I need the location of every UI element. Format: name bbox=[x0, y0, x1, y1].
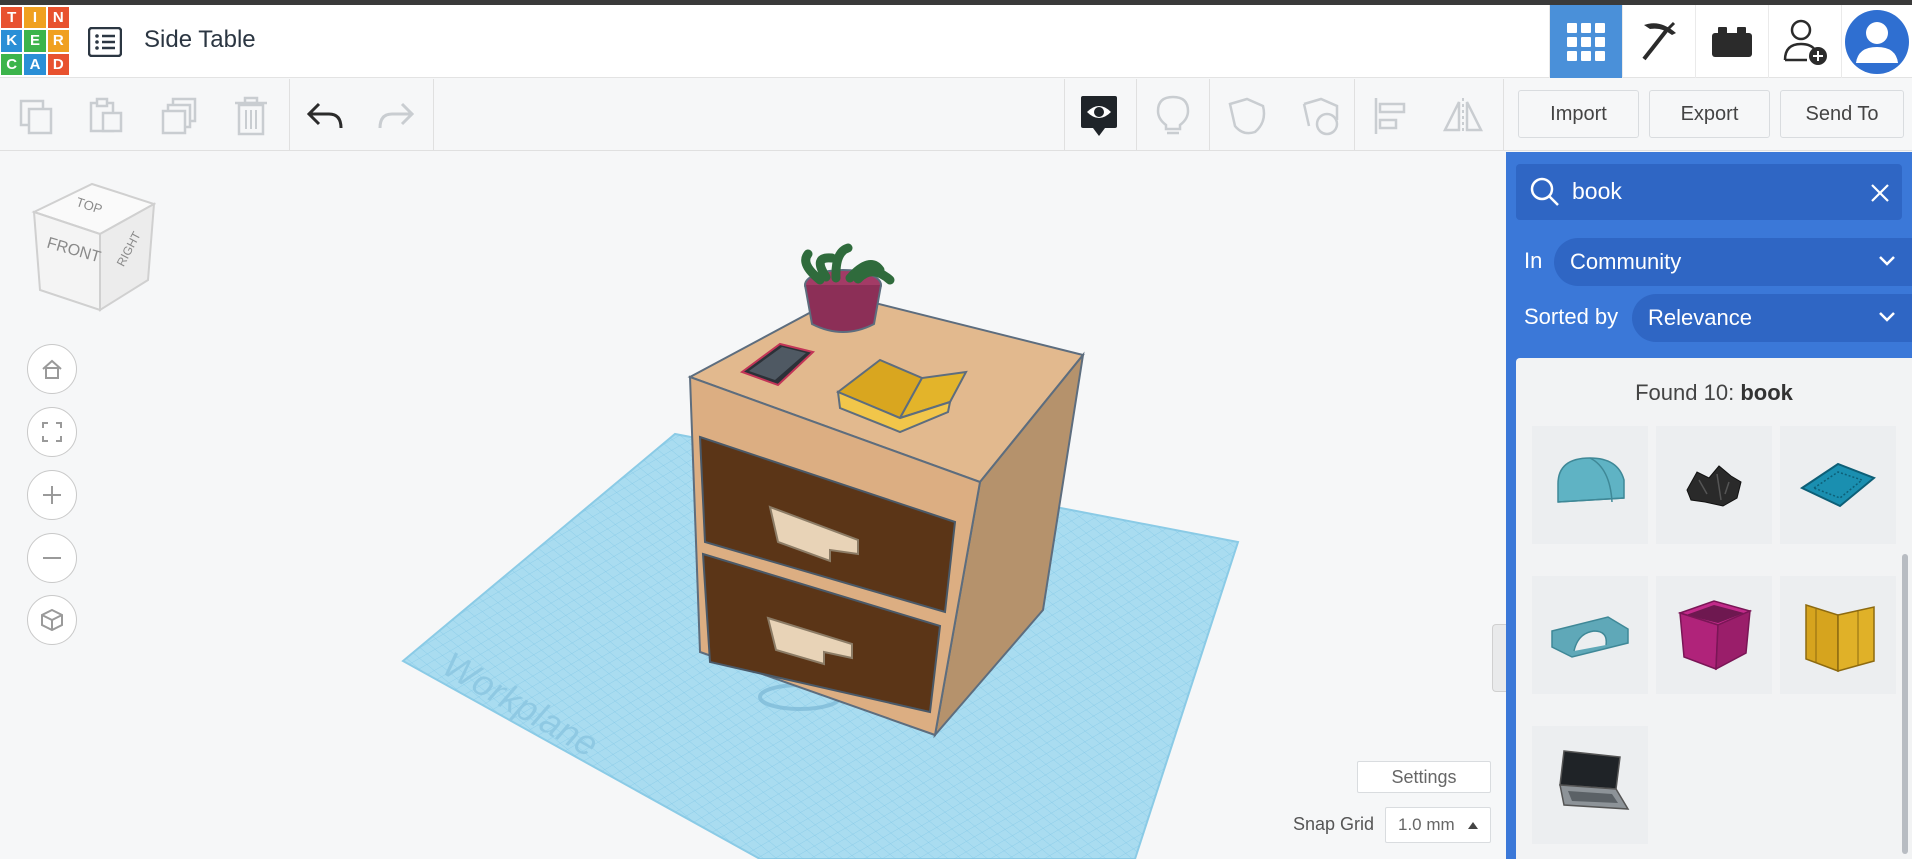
send-to-button[interactable]: Send To bbox=[1780, 90, 1904, 138]
fit-view-icon[interactable] bbox=[27, 407, 77, 457]
logo-letter: K bbox=[1, 30, 23, 52]
logo-letter: E bbox=[24, 30, 46, 52]
zoom-out-icon[interactable] bbox=[27, 533, 77, 583]
bricks-icon[interactable] bbox=[1695, 5, 1768, 78]
chevron-down-icon bbox=[1879, 312, 1895, 322]
snap-grid-select[interactable]: 1.0 mm bbox=[1385, 807, 1491, 843]
view-cube[interactable]: TOP FRONT RIGHT bbox=[30, 182, 157, 312]
undo-icon[interactable] bbox=[302, 93, 348, 139]
snap-grid-value: 1.0 mm bbox=[1398, 815, 1455, 834]
notes-icon[interactable] bbox=[1076, 93, 1122, 139]
edit-toolbar: Import Export Send To bbox=[0, 79, 1912, 151]
results-count-prefix: Found 10: bbox=[1635, 380, 1735, 405]
export-button[interactable]: Export bbox=[1649, 90, 1770, 138]
snap-grid-label: Snap Grid bbox=[1293, 814, 1375, 834]
design-title[interactable]: Side Table bbox=[144, 26, 256, 54]
tinkercad-logo[interactable]: T I N K E R C A D bbox=[1, 7, 69, 75]
toolbar-divider bbox=[433, 79, 434, 151]
design-list-icon[interactable] bbox=[87, 26, 123, 58]
light-bulb-icon[interactable] bbox=[1150, 93, 1196, 139]
result-yellow-book[interactable] bbox=[1780, 576, 1896, 694]
result-magenta-box[interactable] bbox=[1656, 576, 1772, 694]
home-view-icon[interactable] bbox=[27, 344, 77, 394]
shapes-panel: book In Community Sorted by Relevance Fo… bbox=[1506, 152, 1912, 859]
shape-solid-icon[interactable] bbox=[1224, 93, 1270, 139]
import-button[interactable]: Import bbox=[1518, 90, 1639, 138]
result-laptop[interactable] bbox=[1532, 726, 1648, 844]
3d-viewport[interactable]: Workplane TOP FRONT RIGHT Settings Snap … bbox=[0, 152, 1506, 859]
scene-canvas[interactable]: Workplane bbox=[0, 152, 1506, 859]
toolbar-divider bbox=[1209, 79, 1210, 151]
shape-hole-icon[interactable] bbox=[1298, 93, 1344, 139]
align-icon[interactable] bbox=[1368, 93, 1414, 139]
results-count-term: book bbox=[1740, 380, 1793, 405]
user-avatar-icon[interactable] bbox=[1841, 5, 1912, 78]
toolbar-divider bbox=[1064, 79, 1065, 151]
search-input[interactable]: book bbox=[1572, 178, 1622, 205]
invite-user-icon[interactable] bbox=[1768, 5, 1841, 78]
delete-icon[interactable] bbox=[228, 93, 274, 139]
result-blue-tile[interactable] bbox=[1780, 426, 1896, 544]
clear-search-icon[interactable] bbox=[1870, 183, 1890, 203]
toolbar-divider bbox=[1503, 79, 1504, 151]
redo-icon[interactable] bbox=[373, 93, 419, 139]
toolbar-divider bbox=[289, 79, 290, 151]
grid-view-icon[interactable] bbox=[1549, 5, 1622, 78]
logo-letter: R bbox=[47, 30, 69, 52]
app-header: T I N K E R C A D Side Table bbox=[0, 5, 1912, 78]
result-half-cylinder[interactable] bbox=[1532, 426, 1648, 544]
duplicate-icon[interactable] bbox=[156, 93, 202, 139]
chevron-down-icon bbox=[1879, 256, 1895, 266]
sort-dropdown[interactable]: Relevance bbox=[1632, 294, 1912, 342]
in-dropdown-value: Community bbox=[1570, 249, 1682, 274]
mirror-icon[interactable] bbox=[1440, 93, 1486, 139]
sort-dropdown-value: Relevance bbox=[1648, 305, 1752, 330]
pickaxe-icon[interactable] bbox=[1622, 5, 1695, 78]
settings-button[interactable]: Settings bbox=[1357, 761, 1491, 793]
logo-letter: N bbox=[47, 7, 69, 29]
results-scrollbar[interactable] bbox=[1902, 554, 1908, 854]
zoom-in-icon[interactable] bbox=[27, 470, 77, 520]
in-label: In bbox=[1524, 248, 1543, 273]
result-arch-block[interactable] bbox=[1532, 576, 1648, 694]
caret-up-icon bbox=[1468, 822, 1478, 829]
results-count: Found 10: book bbox=[1516, 380, 1912, 406]
search-icon bbox=[1530, 177, 1559, 206]
toolbar-divider bbox=[1354, 79, 1355, 151]
logo-letter: T bbox=[1, 7, 23, 29]
logo-letter: D bbox=[47, 53, 69, 75]
search-results: Found 10: book bbox=[1516, 358, 1912, 859]
in-dropdown[interactable]: Community bbox=[1554, 238, 1912, 286]
result-black-rubble[interactable] bbox=[1656, 426, 1772, 544]
logo-letter: C bbox=[1, 53, 23, 75]
toolbar-divider bbox=[1136, 79, 1137, 151]
copy-icon[interactable] bbox=[13, 93, 59, 139]
perspective-icon[interactable] bbox=[27, 595, 77, 645]
paste-icon[interactable] bbox=[83, 93, 129, 139]
logo-letter: I bbox=[24, 7, 46, 29]
search-box[interactable]: book bbox=[1516, 164, 1902, 220]
panel-collapse-tab[interactable] bbox=[1492, 624, 1506, 692]
sorted-by-label: Sorted by bbox=[1524, 304, 1619, 329]
logo-letter: A bbox=[24, 53, 46, 75]
